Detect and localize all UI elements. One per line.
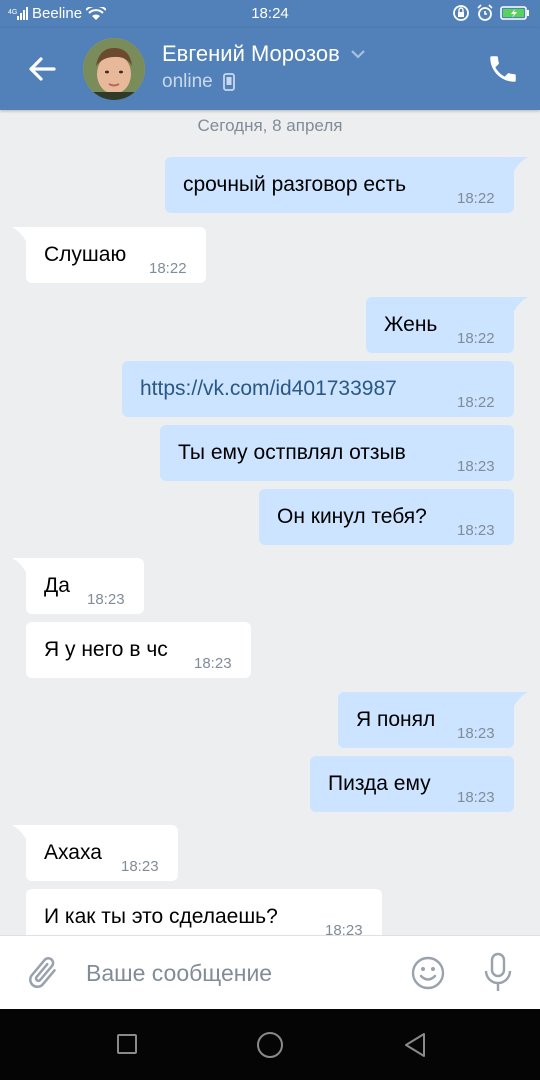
recent-apps-button[interactable] xyxy=(116,1033,138,1055)
recent-apps-icon xyxy=(117,1034,137,1054)
bubble-tail xyxy=(12,558,30,572)
rotation-lock-icon xyxy=(453,5,469,21)
message-time: 18:22 xyxy=(457,394,495,411)
message-text: Ты ему остпвлял отзыв xyxy=(178,441,406,464)
bubble-tail xyxy=(12,227,30,241)
back-button[interactable] xyxy=(24,52,62,86)
message-incoming[interactable]: Ахаха 18:23 xyxy=(26,825,178,881)
contact-name-row[interactable]: Евгений Морозов xyxy=(162,41,366,67)
message-time: 18:22 xyxy=(457,190,495,207)
alarm-icon xyxy=(477,4,493,21)
message-time: 18:23 xyxy=(457,458,495,475)
back-icon xyxy=(405,1033,425,1057)
contact-status-row: online xyxy=(162,71,235,93)
message-time: 18:23 xyxy=(457,522,495,539)
message-incoming[interactable]: Слушаю 18:22 xyxy=(26,227,206,283)
message-incoming[interactable]: Да 18:23 xyxy=(26,558,144,614)
status-bar: 4G Beeline 18:24 xyxy=(0,0,540,28)
back-nav-button[interactable] xyxy=(402,1031,428,1059)
message-outgoing[interactable]: Жень 18:22 xyxy=(366,297,514,353)
bubble-tail xyxy=(510,692,528,706)
attach-icon xyxy=(29,957,56,989)
phone-call-icon xyxy=(490,56,516,82)
message-time: 18:23 xyxy=(457,725,495,742)
contact-name: Евгений Морозов xyxy=(162,41,340,66)
message-incoming[interactable]: Я у него в чс 18:23 xyxy=(26,622,251,678)
contact-status: online xyxy=(162,71,213,92)
message-outgoing[interactable]: Пизда ему 18:23 xyxy=(310,756,514,812)
message-text: срочный разговор есть xyxy=(183,173,407,196)
message-text: Жень xyxy=(384,313,438,336)
avatar-image xyxy=(83,38,145,100)
message-text: Слушаю xyxy=(44,243,127,266)
message-outgoing[interactable]: Я понял 18:23 xyxy=(338,692,514,748)
message-outgoing[interactable]: Он кинул тебя? 18:23 xyxy=(259,489,514,545)
emoji-button[interactable] xyxy=(410,955,446,991)
chat-header: Евгений Морозов online xyxy=(0,28,540,110)
attach-button[interactable] xyxy=(24,954,62,992)
bubble-tail xyxy=(12,825,30,839)
message-time: 18:22 xyxy=(457,330,495,347)
bubble-tail xyxy=(510,297,528,311)
call-button[interactable] xyxy=(486,52,520,86)
home-button[interactable] xyxy=(255,1030,285,1060)
message-time: 18:22 xyxy=(149,260,187,277)
battery-icon xyxy=(500,6,529,20)
status-right xyxy=(452,4,530,22)
avatar[interactable] xyxy=(83,38,145,100)
message-composer: Ваше сообщение xyxy=(0,935,540,1010)
back-arrow-icon xyxy=(29,57,56,81)
microphone-icon xyxy=(484,952,512,991)
message-time: 18:23 xyxy=(121,858,159,875)
chevron-down-icon xyxy=(351,50,365,59)
message-outgoing[interactable]: срочный разговор есть 18:22 xyxy=(165,157,514,213)
message-outgoing[interactable]: https://vk.com/id401733987 18:22 xyxy=(122,361,514,417)
message-outgoing[interactable]: Ты ему остпвлял отзыв 18:23 xyxy=(160,425,514,481)
message-text: Пизда ему xyxy=(328,772,431,795)
mobile-phone-icon xyxy=(222,73,235,91)
message-time: 18:23 xyxy=(457,789,495,806)
message-text: И как ты это сделаешь? xyxy=(44,905,278,928)
date-separator: Сегодня, 8 апреля xyxy=(197,116,343,135)
message-text: Он кинул тебя? xyxy=(277,505,427,528)
message-time: 18:23 xyxy=(194,655,232,672)
home-icon xyxy=(257,1032,283,1058)
bubble-tail xyxy=(510,157,528,171)
system-nav-bar xyxy=(0,1009,540,1080)
message-text: Ахаха xyxy=(44,841,102,864)
message-text: Я у него в чс xyxy=(44,638,168,661)
message-text: Я понял xyxy=(356,708,436,731)
emoji-icon xyxy=(411,956,445,990)
voice-button[interactable] xyxy=(482,952,514,994)
message-time: 18:23 xyxy=(87,591,125,608)
message-text: Да xyxy=(44,574,70,597)
message-link[interactable]: https://vk.com/id401733987 xyxy=(140,377,397,401)
message-input[interactable]: Ваше сообщение xyxy=(86,960,272,987)
